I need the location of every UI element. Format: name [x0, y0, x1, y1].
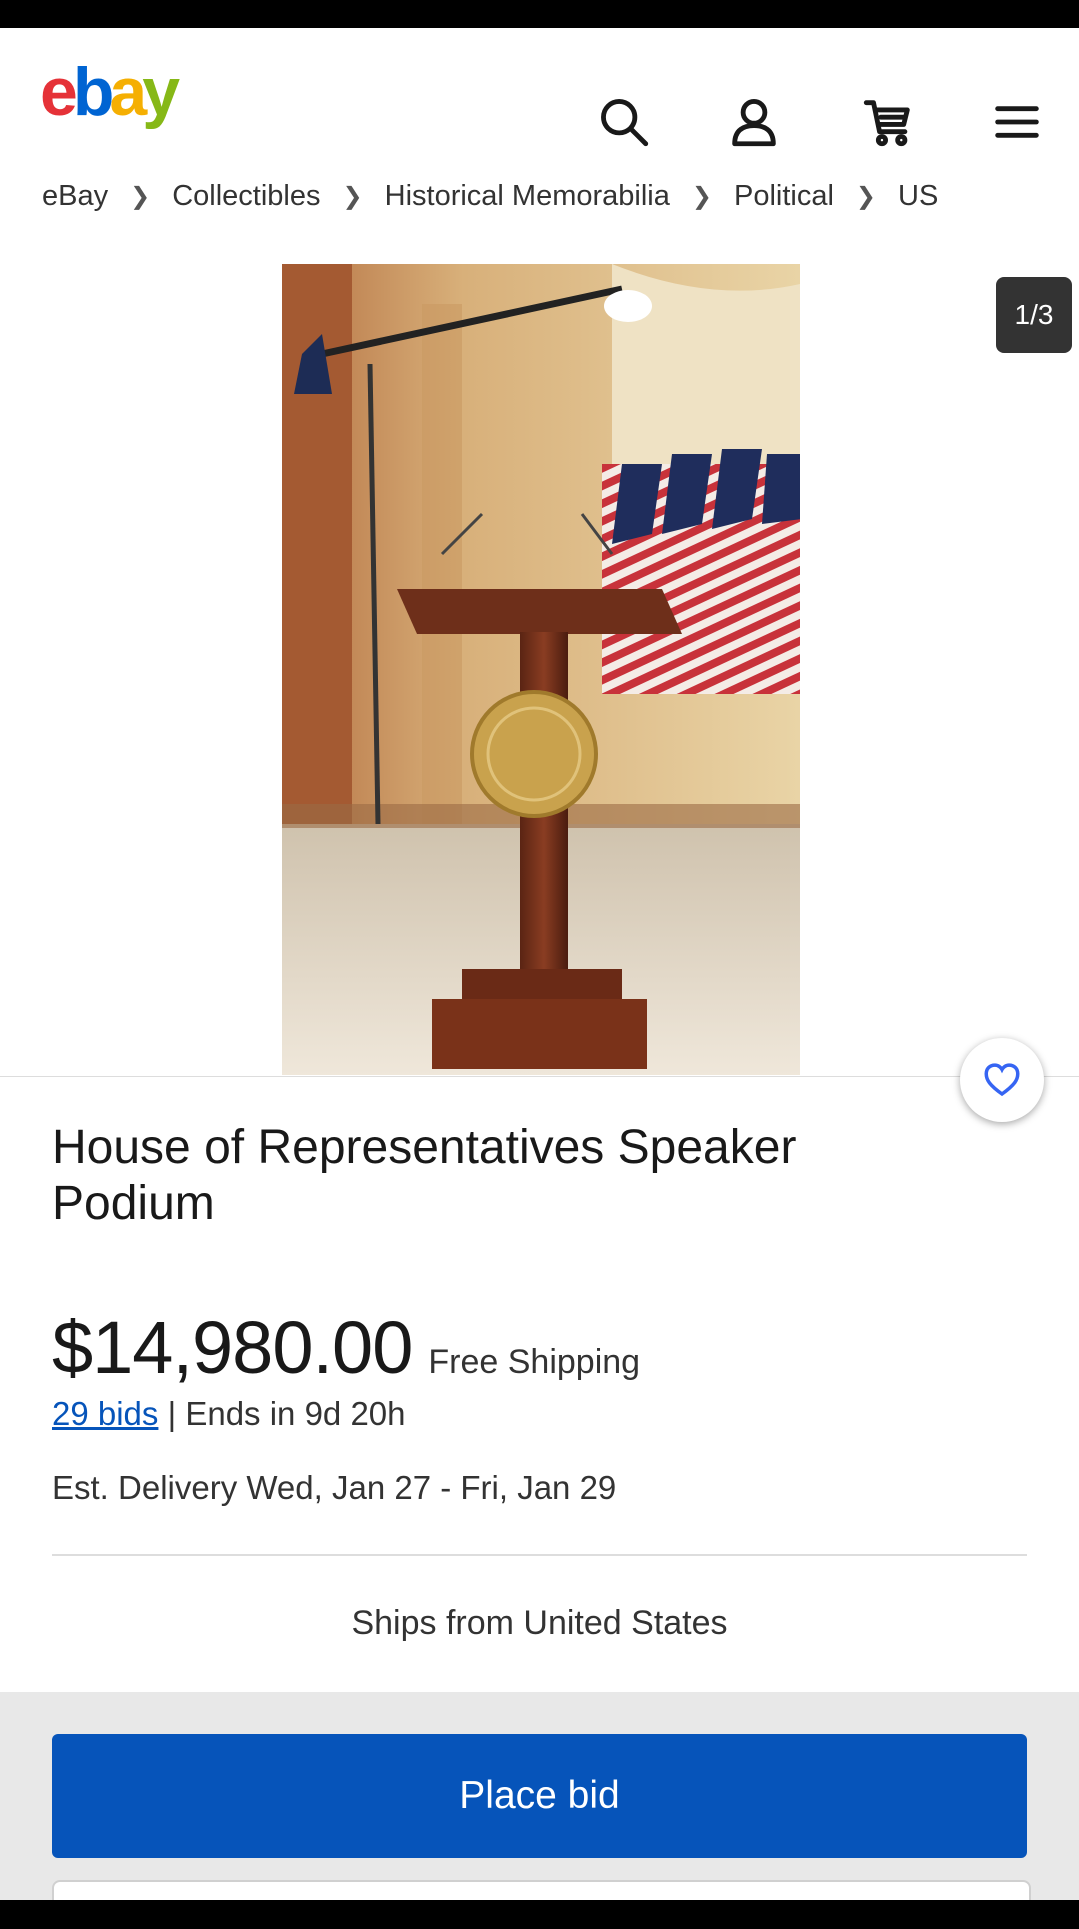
- watchlist-heart-button[interactable]: [960, 1038, 1044, 1122]
- price: $14,980.00: [52, 1306, 413, 1389]
- breadcrumb: eBay ❯ Collectibles ❯ Historical Memorab…: [42, 176, 938, 216]
- heart-icon: [984, 1063, 1020, 1097]
- breadcrumb-item-collectibles[interactable]: Collectibles: [172, 180, 320, 213]
- menu-icon[interactable]: [985, 90, 1049, 154]
- divider: [52, 1554, 1027, 1556]
- status-bar: [0, 0, 1079, 28]
- listing-title: House of Representatives Speaker Podium: [52, 1121, 797, 1230]
- search-icon[interactable]: [592, 90, 656, 154]
- chevron-right-icon: ❯: [130, 182, 151, 210]
- chevron-right-icon: ❯: [855, 182, 877, 210]
- breadcrumb-item-political[interactable]: Political: [734, 180, 834, 213]
- breadcrumb-item-historical-memorabilia[interactable]: Historical Memorabilia: [385, 180, 670, 213]
- chevron-right-icon: ❯: [342, 182, 363, 210]
- chevron-right-icon: ❯: [691, 182, 712, 210]
- place-bid-button[interactable]: Place bid: [52, 1734, 1027, 1858]
- cart-icon[interactable]: [856, 90, 920, 154]
- shipping-info: Free Shipping: [428, 1343, 641, 1381]
- bids-row: 29 bids | Ends in 9d 20h: [52, 1395, 406, 1433]
- auction-end-time: Ends in 9d 20h: [185, 1395, 406, 1432]
- breadcrumb-item-ebay[interactable]: eBay: [42, 180, 108, 213]
- bids-link[interactable]: 29 bids: [52, 1395, 158, 1432]
- bids-separator: |: [167, 1395, 177, 1432]
- breadcrumb-item-us[interactable]: US: [898, 180, 938, 213]
- divider: [0, 1076, 1079, 1077]
- ebay-logo[interactable]: ebay: [40, 58, 180, 126]
- ships-from: Ships from United States: [351, 1604, 728, 1642]
- price-row: $14,980.00 Free Shipping: [52, 1305, 640, 1390]
- navigation-bar: [0, 1900, 1079, 1929]
- estimated-delivery: Est. Delivery Wed, Jan 27 - Fri, Jan 29: [52, 1469, 617, 1506]
- image-counter-badge: 1/3: [996, 277, 1072, 353]
- product-image[interactable]: [282, 264, 800, 1075]
- user-icon[interactable]: [722, 90, 786, 154]
- header: ebay: [0, 28, 1079, 163]
